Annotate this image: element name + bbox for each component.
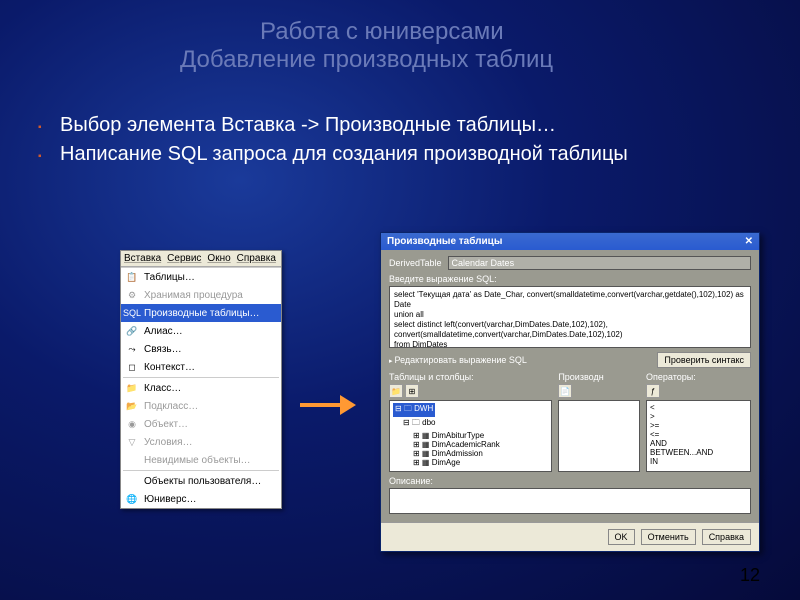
operator-item[interactable]: BETWEEN...AND (650, 448, 747, 457)
arrow-icon (300, 395, 360, 415)
close-icon[interactable]: ✕ (745, 236, 753, 247)
menu-item-label: Алиас… (144, 326, 183, 337)
toolbar-icon[interactable]: ƒ (646, 384, 660, 398)
menu-bar-item[interactable]: Справка (237, 253, 276, 264)
menu-item[interactable]: 📋Таблицы… (121, 268, 281, 286)
menu-item[interactable]: ▽Условия… (121, 433, 281, 451)
menu-icon: SQL (123, 306, 141, 320)
derived-col-label: Производн (558, 372, 640, 382)
menu-item-label: Невидимые объекты… (144, 455, 251, 466)
operator-item[interactable]: > (650, 412, 747, 421)
bullet-item: Написание SQL запроса для создания произ… (60, 143, 760, 166)
ok-button[interactable]: OK (608, 529, 635, 545)
slide-title-1: Работа с юниверсами (260, 18, 770, 46)
edit-sql-link[interactable]: Редактировать выражение SQL (389, 355, 527, 365)
menu-item-label: Юниверс… (144, 494, 197, 505)
description-box[interactable] (389, 488, 751, 514)
operator-item[interactable]: >= (650, 421, 747, 430)
menu-icon: ⤳ (123, 342, 141, 356)
menu-icon: 📋 (123, 270, 141, 284)
menu-icon: 📁 (123, 381, 141, 395)
tables-columns-label: Таблицы и столбцы: (389, 372, 552, 382)
menu-item-label: Класс… (144, 383, 181, 394)
menu-icon: ◻ (123, 360, 141, 374)
menu-item-label: Условия… (144, 437, 193, 448)
slide-title-2: Добавление производных таблиц (180, 46, 770, 74)
tree-item[interactable]: ⊞ ▦ DimAge (393, 458, 548, 467)
menu-icon: 🔗 (123, 324, 141, 338)
operator-item[interactable]: IN (650, 457, 747, 466)
menu-item[interactable]: ⚙Хранимая процедура (121, 286, 281, 304)
tree-item[interactable]: ⊞ ▦ DimAcademicRank (393, 440, 548, 449)
menu-item[interactable]: SQLПроизводные таблицы… (121, 304, 281, 322)
operators-list[interactable]: <>>=<=ANDBETWEEN...ANDIN (646, 400, 751, 472)
menu-icon: 📂 (123, 399, 141, 413)
operator-item[interactable]: AND (650, 439, 747, 448)
menu-icon: ⚙ (123, 288, 141, 302)
cancel-button[interactable]: Отменить (641, 529, 696, 545)
menu-bar-item[interactable]: Вставка (124, 253, 161, 264)
dialog-title: Производные таблицы (387, 236, 502, 247)
menu-item[interactable]: 🌐Юниверс… (121, 490, 281, 508)
menu-bar-item[interactable]: Сервис (167, 253, 201, 264)
sql-textarea[interactable]: select 'Текущая дата' as Date_Char, conv… (389, 286, 751, 348)
menu-icon: 🌐 (123, 492, 141, 506)
dialog-titlebar: Производные таблицы ✕ (381, 233, 759, 250)
menu-item[interactable]: 🔗Алиас… (121, 322, 281, 340)
menu-bar: Вставка Сервис Окно Справка (121, 251, 281, 267)
derived-label: DerivedTable (389, 258, 442, 268)
menu-item-label: Контекст… (144, 362, 195, 373)
menu-icon (123, 474, 141, 488)
bullet-item: Выбор элемента Вставка -> Производные та… (60, 114, 760, 137)
tree-item[interactable]: ⊟ 🗀 DWH (393, 403, 435, 417)
insert-menu: Вставка Сервис Окно Справка 📋Таблицы…⚙Хр… (120, 250, 282, 509)
menu-item[interactable]: 📂Подкласс… (121, 397, 281, 415)
menu-item-label: Подкласс… (144, 401, 198, 412)
menu-item[interactable]: ◻Контекст… (121, 358, 281, 376)
tables-tree[interactable]: ⊟ 🗀 DWH⊟ 🗀 dbo⊞ ▦ DimAbiturType⊞ ▦ DimAc… (389, 400, 552, 472)
menu-item[interactable]: 📁Класс… (121, 379, 281, 397)
menu-item-label: Объект… (144, 419, 188, 430)
menu-item[interactable]: ◉Объект… (121, 415, 281, 433)
menu-item-label: Таблицы… (144, 272, 195, 283)
menu-item[interactable]: ⤳Связь… (121, 340, 281, 358)
menu-item[interactable]: Объекты пользователя… (121, 472, 281, 490)
derived-name-input[interactable] (448, 256, 751, 270)
menu-bar-item[interactable]: Окно (207, 253, 230, 264)
derived-list[interactable] (558, 400, 640, 472)
description-label: Описание: (389, 476, 751, 486)
derived-tables-dialog: Производные таблицы ✕ DerivedTable Введи… (380, 232, 760, 552)
toolbar-icon[interactable]: 📄 (558, 384, 572, 398)
menu-item-label: Хранимая процедура (144, 290, 243, 301)
help-button[interactable]: Справка (702, 529, 751, 545)
sql-prompt-label: Введите выражение SQL: (389, 274, 751, 284)
operators-label: Операторы: (646, 372, 751, 382)
operator-item[interactable]: < (650, 403, 747, 412)
toolbar-icon[interactable]: 📁 (389, 384, 403, 398)
menu-item-label: Связь… (144, 344, 182, 355)
menu-item[interactable]: Невидимые объекты… (121, 451, 281, 469)
tree-item[interactable]: ⊞ ▦ DimAdmission (393, 449, 548, 458)
check-syntax-button[interactable]: Проверить синтакс (657, 352, 751, 368)
slide-number: 12 (740, 565, 760, 586)
menu-icon: ◉ (123, 417, 141, 431)
menu-item-label: Производные таблицы… (144, 308, 260, 319)
tree-item[interactable]: ⊟ 🗀 dbo (393, 417, 548, 431)
operator-item[interactable]: <= (650, 430, 747, 439)
menu-icon (123, 453, 141, 467)
tree-item[interactable]: ⊞ ▦ DimAbiturType (393, 431, 548, 440)
menu-icon: ▽ (123, 435, 141, 449)
toolbar-icon[interactable]: ⊞ (405, 384, 419, 398)
menu-item-label: Объекты пользователя… (144, 476, 261, 487)
tree-toolbar: 📁 ⊞ (389, 384, 552, 398)
bullet-list: Выбор элемента Вставка -> Производные та… (0, 104, 800, 166)
